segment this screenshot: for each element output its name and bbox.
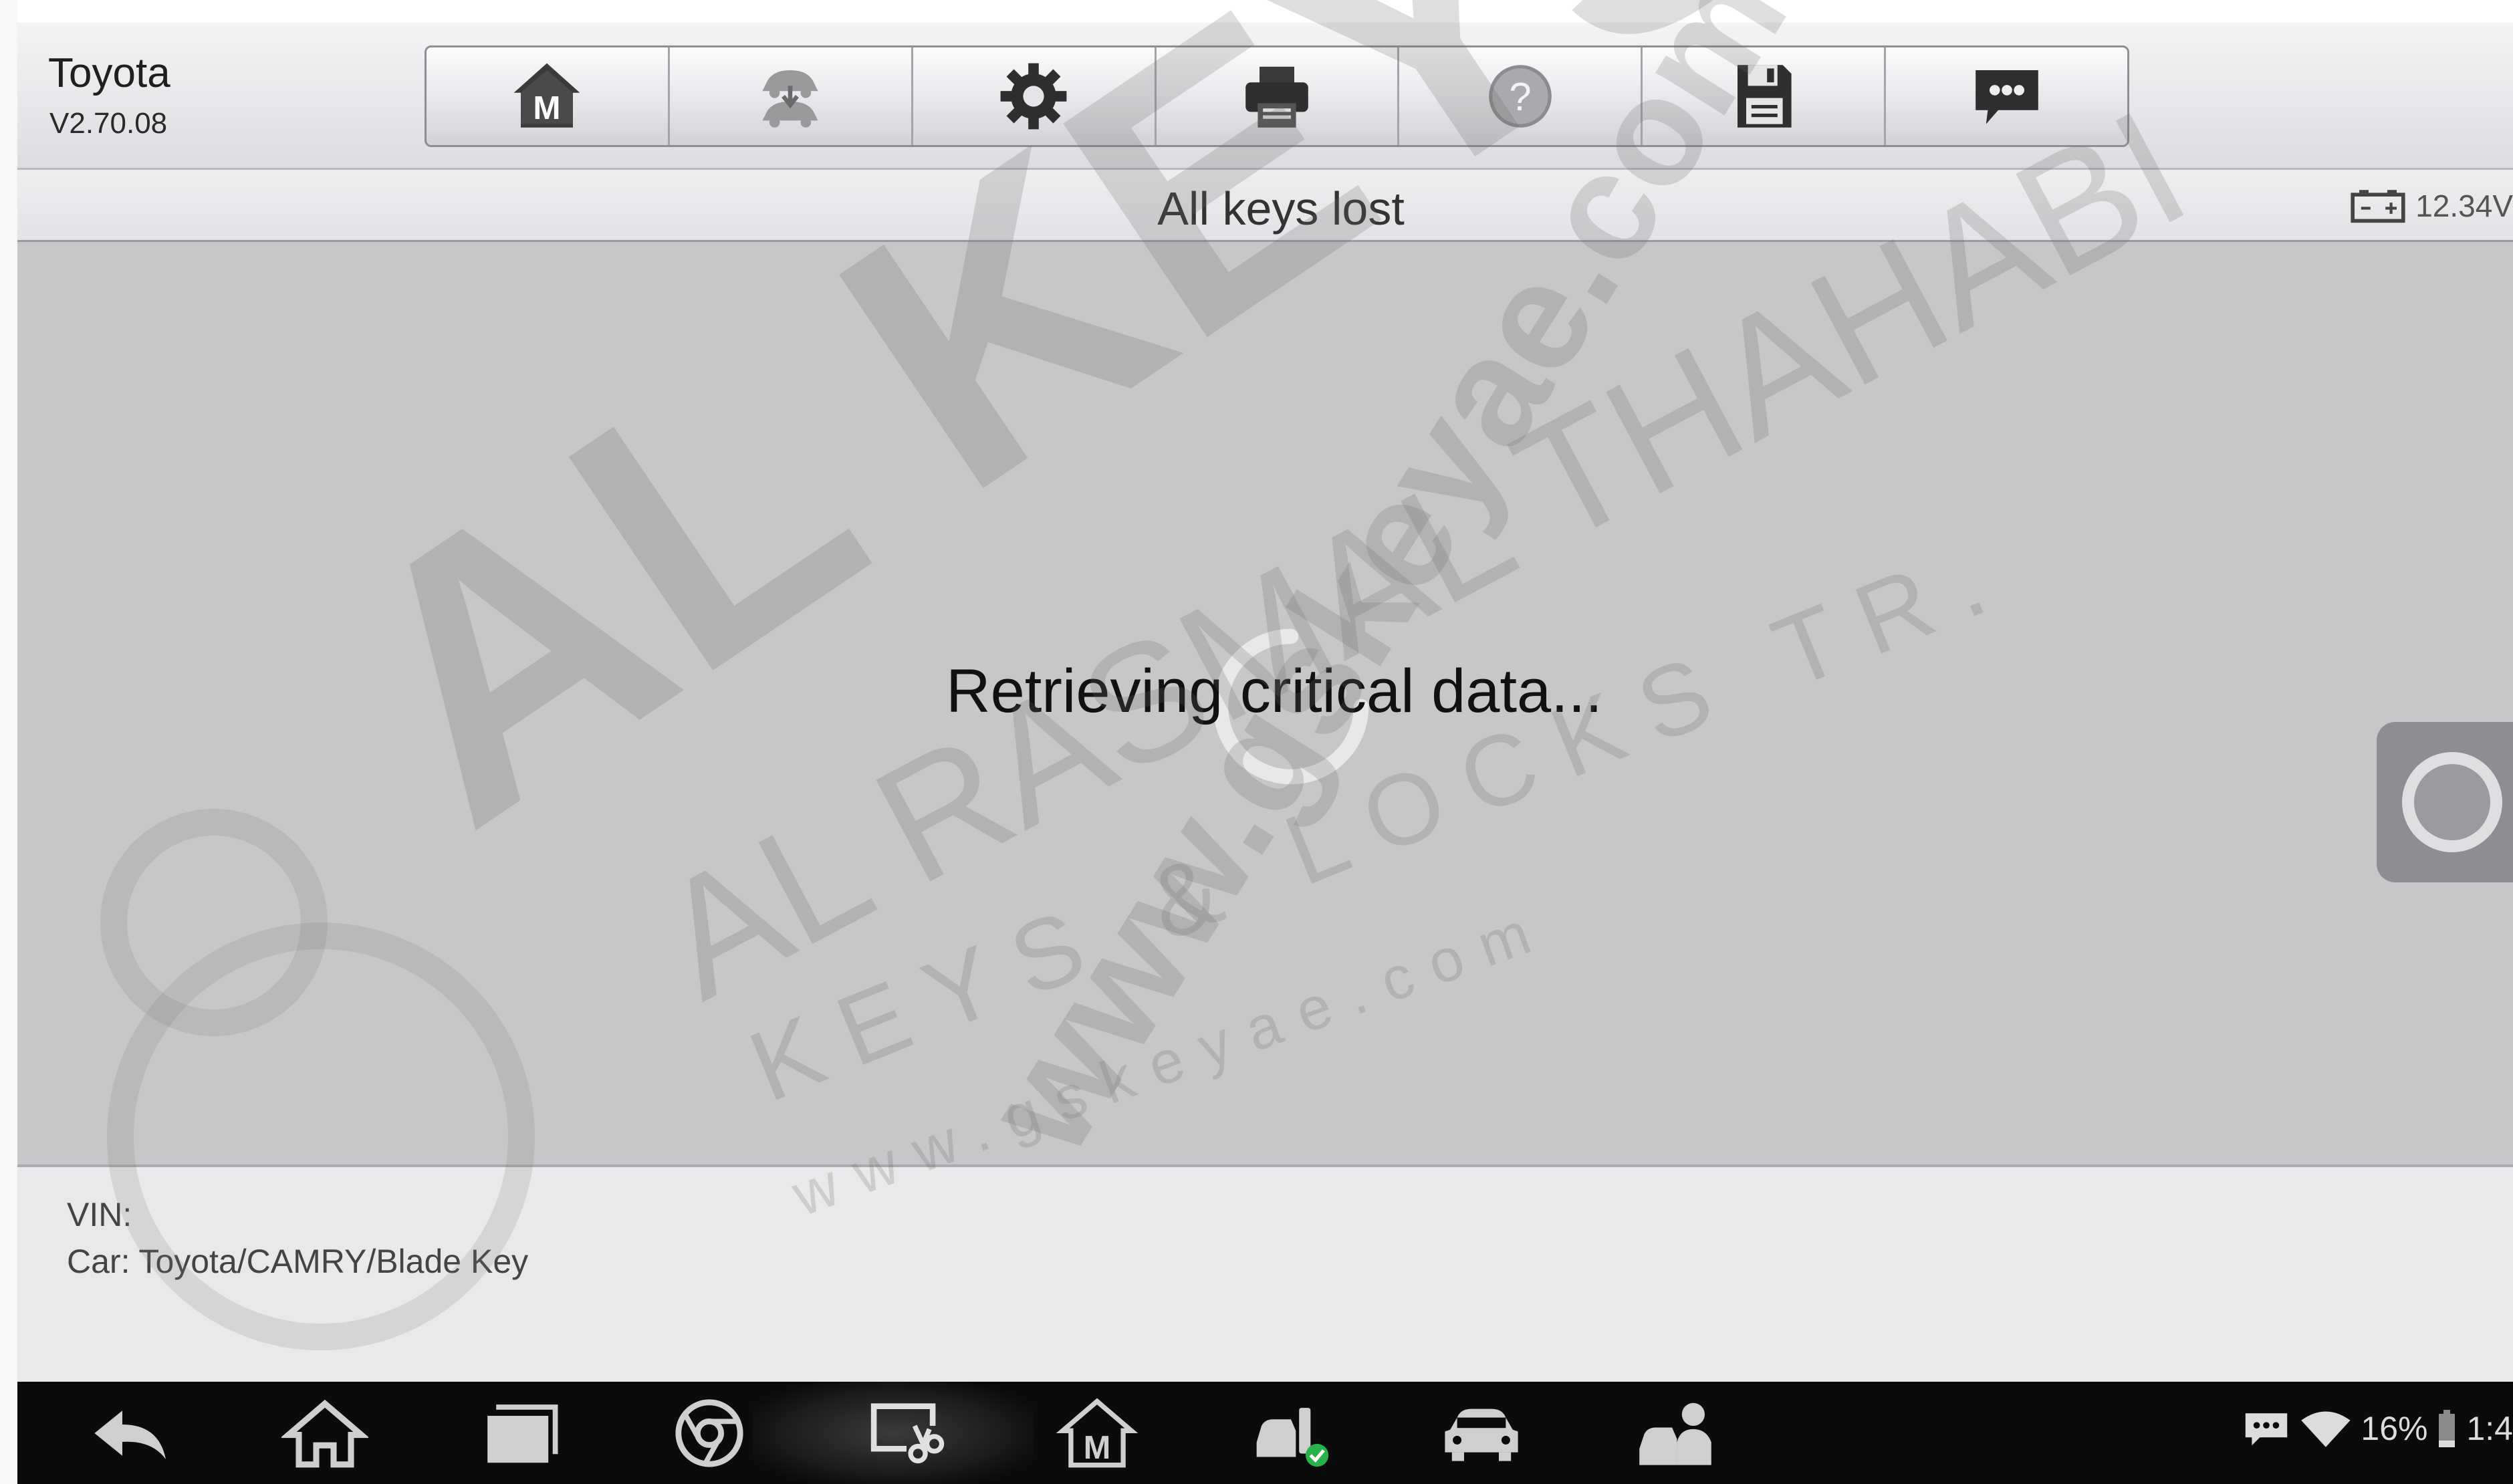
screen: Toyota V2.70.08 M ? All keys lost 12.34V… xyxy=(0,0,2513,1484)
save-button[interactable] xyxy=(1643,47,1887,145)
battery-icon xyxy=(2351,190,2405,223)
svg-text:M: M xyxy=(1084,1430,1111,1466)
home-m-icon: M xyxy=(514,63,580,128)
message-notification-icon xyxy=(2245,1413,2287,1446)
battery-voltage: 12.34V xyxy=(2350,187,2513,225)
svg-text:?: ? xyxy=(1509,74,1531,119)
home-button[interactable]: M xyxy=(427,47,670,145)
help-button[interactable]: ? xyxy=(1399,47,1643,145)
status-container: Retrieving critical data... xyxy=(17,656,2513,727)
vin-label: VIN: xyxy=(67,1196,132,1233)
app-version: V2.70.08 xyxy=(49,107,168,140)
floating-circle-icon xyxy=(2402,752,2502,852)
feedback-button[interactable] xyxy=(1886,47,2127,145)
screen-capture-button[interactable] xyxy=(860,1396,953,1470)
android-home-button[interactable] xyxy=(278,1396,372,1470)
gear-icon xyxy=(1000,63,1067,130)
maxisys-home-icon: M xyxy=(1056,1398,1139,1468)
clock: 1:4 xyxy=(2466,1410,2513,1447)
device-battery-icon xyxy=(2439,1410,2456,1447)
left-bezel xyxy=(0,0,17,1484)
chat-icon xyxy=(1975,70,2038,124)
vehicle-diagnose-icon xyxy=(1256,1408,1329,1467)
vehicle-swap-icon xyxy=(762,70,818,128)
car-path-label: Car: Toyota/CAMRY/Blade Key xyxy=(67,1243,529,1280)
status-tray: 16% 1:4 xyxy=(2242,1408,2513,1449)
content-area: Retrieving critical data... xyxy=(17,242,2513,1164)
car-service-icon xyxy=(1639,1402,1711,1465)
printer-icon xyxy=(1245,66,1308,128)
status-message: Retrieving critical data... xyxy=(946,657,1602,725)
home-icon xyxy=(281,1399,368,1468)
voltage-reading: 12.34V xyxy=(2415,189,2513,223)
title-bar: All keys lost 12.34V xyxy=(17,170,2513,242)
app-name: Toyota xyxy=(48,50,170,96)
recent-apps-button[interactable] xyxy=(472,1396,566,1470)
vehicle-info-panel: VIN: Car: Toyota/CAMRY/Blade Key xyxy=(17,1164,2513,1382)
svg-text:M: M xyxy=(533,90,561,126)
back-icon xyxy=(94,1410,166,1459)
chrome-button[interactable] xyxy=(663,1396,756,1470)
toolbar: M ? xyxy=(425,45,2129,147)
settings-button[interactable] xyxy=(913,47,1157,145)
car-button[interactable] xyxy=(1435,1396,1528,1470)
app-header: Toyota V2.70.08 M ? xyxy=(17,23,2513,170)
page-title: All keys lost xyxy=(1157,182,1405,235)
vehicle-swap-button[interactable] xyxy=(670,47,913,145)
vehicle-diagnose-button[interactable] xyxy=(1244,1396,1338,1470)
screen-capture-icon xyxy=(870,1403,945,1464)
maxisys-home-button[interactable]: M xyxy=(1050,1396,1144,1470)
car-service-button[interactable] xyxy=(1629,1396,1722,1470)
wifi-icon xyxy=(2300,1411,2351,1447)
floating-assistive-button[interactable] xyxy=(2377,722,2513,882)
chrome-icon xyxy=(675,1399,743,1467)
help-icon: ? xyxy=(1489,65,1552,128)
car-icon xyxy=(1445,1408,1518,1461)
recent-apps-icon xyxy=(487,1404,558,1463)
back-button[interactable] xyxy=(84,1396,178,1470)
print-button[interactable] xyxy=(1157,47,1400,145)
save-icon xyxy=(1737,65,1792,128)
android-nav-bar: M 16% 1:4 xyxy=(17,1382,2513,1484)
battery-percent: 16% xyxy=(2361,1410,2428,1447)
